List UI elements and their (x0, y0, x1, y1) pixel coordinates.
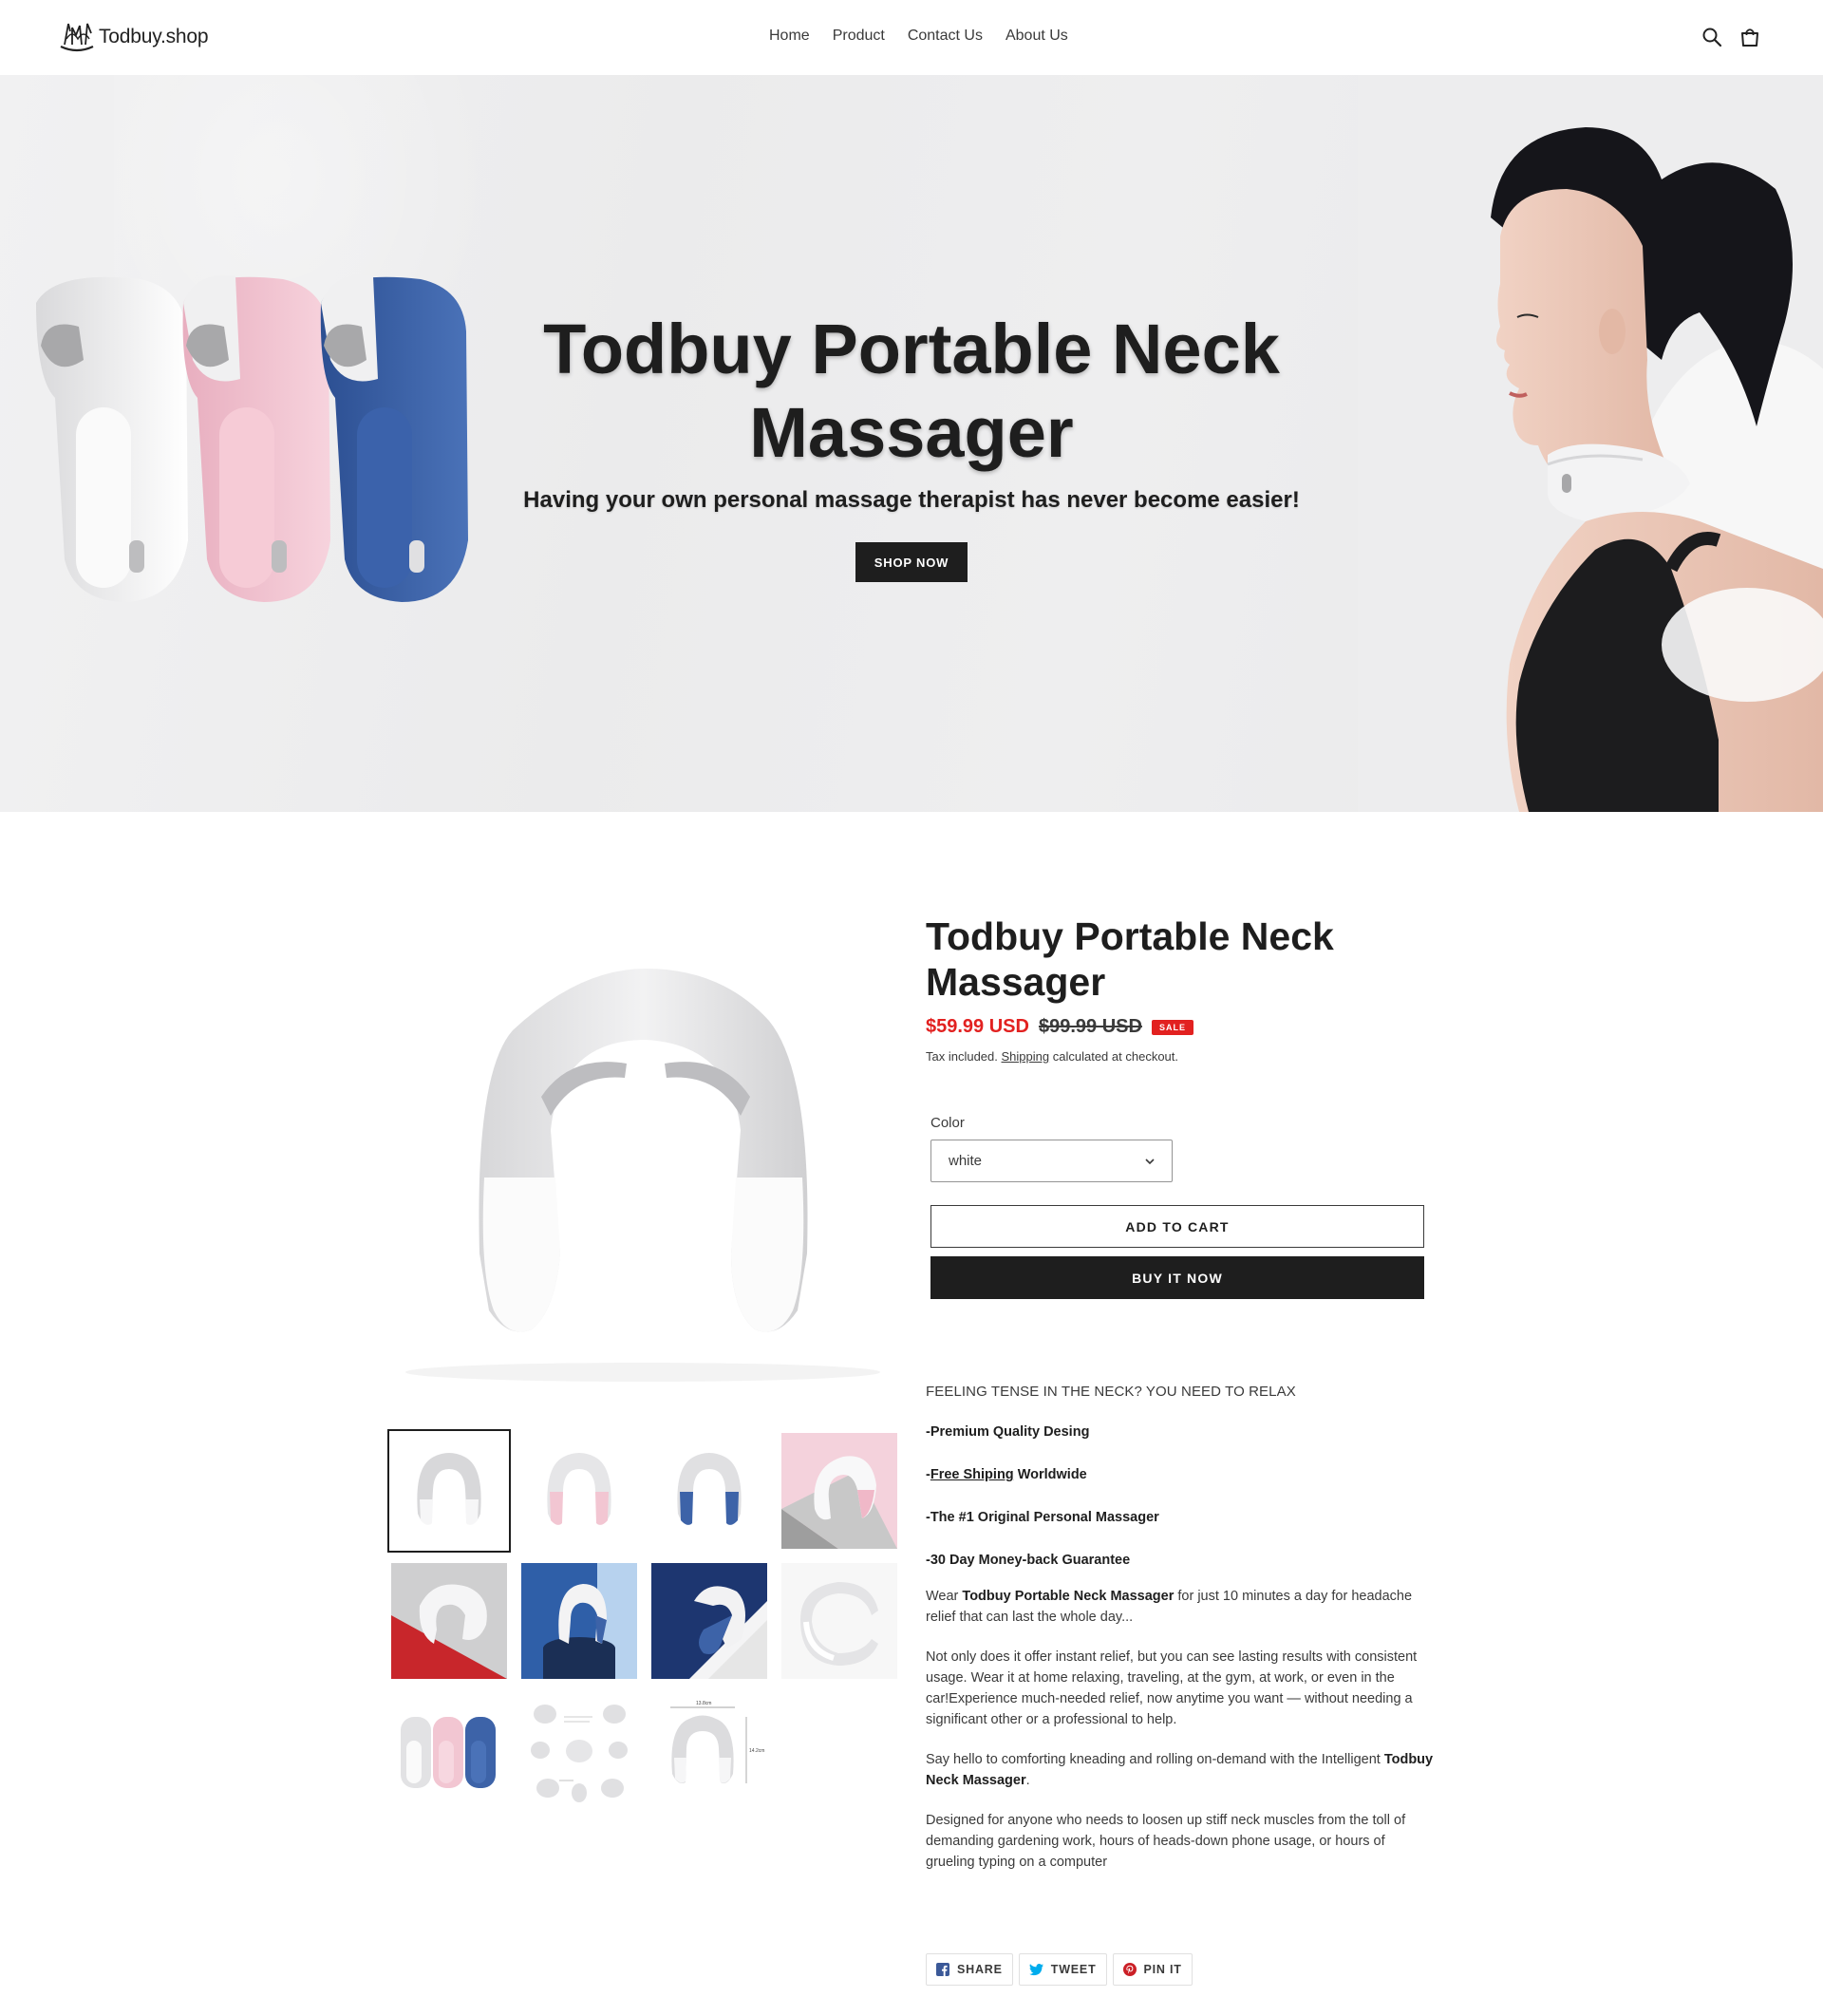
hero-banner: Todbuy Portable Neck Massager Having you… (0, 75, 1823, 812)
p3-text-a: Say hello to comforting kneading and rol… (926, 1752, 1384, 1767)
thumbnail-white-top-view[interactable] (781, 1563, 897, 1679)
twitter-icon (1028, 1963, 1043, 1975)
description-paragraph-2: Not only does it offer instant relief, b… (926, 1649, 1418, 1727)
facebook-icon (936, 1963, 949, 1976)
thumbnail-red-lifestyle[interactable] (391, 1563, 507, 1679)
sale-price: $59.99 USD (926, 1016, 1029, 1037)
hero-title-line-2: Massager (749, 393, 1074, 472)
free-shipping-link[interactable]: Free Shiping (930, 1467, 1014, 1482)
cart-icon[interactable] (1739, 27, 1760, 47)
hero-title-line-1: Todbuy Portable Neck (543, 310, 1280, 388)
share-pinterest-button[interactable]: PIN IT (1112, 1953, 1193, 1986)
logo[interactable]: Todbuy.shop (57, 17, 209, 57)
nav-home[interactable]: Home (769, 28, 810, 45)
p3-text-c: . (1025, 1773, 1030, 1788)
hero-model-image (1358, 75, 1823, 812)
thumbnail-blue-diagonal[interactable] (651, 1563, 767, 1679)
hero-massagers-image (36, 274, 468, 602)
thumbnail-three-colors[interactable] (391, 1693, 507, 1809)
description-paragraph-3: Say hello to comforting kneading and rol… (926, 1749, 1434, 1791)
search-icon[interactable] (1701, 27, 1722, 47)
color-label: Color (930, 1115, 965, 1131)
dimension-width-label: 13.8cm (696, 1701, 711, 1706)
site-header: Todbuy.shop Home Product Contact Us Abou… (0, 0, 1823, 75)
pin-label: PIN IT (1143, 1963, 1182, 1976)
description-paragraph-4: Designed for anyone who needs to loosen … (926, 1813, 1406, 1870)
nav-about-us[interactable]: About Us (1005, 28, 1068, 45)
product-description: FEELING TENSE IN THE NECK? YOU NEED TO R… (926, 1382, 1434, 1892)
color-select[interactable]: white (930, 1140, 1173, 1182)
product-info: Todbuy Portable Neck Massager $59.99 USD… (926, 914, 1429, 1299)
thumbnail-blue-massager[interactable] (651, 1433, 767, 1549)
shop-now-button[interactable]: SHOP NOW (855, 542, 968, 582)
share-twitter-button[interactable]: TWEET (1018, 1953, 1107, 1986)
nav-product[interactable]: Product (833, 28, 885, 45)
thumbnail-white-massager[interactable] (387, 1429, 511, 1553)
hero-title: Todbuy Portable Neck Massager (475, 308, 1348, 475)
thumbnail-blue-pedestal[interactable] (521, 1563, 637, 1679)
original-price: $99.99 USD (1038, 1016, 1142, 1037)
thumbnail-dimensions[interactable]: 13.8cm 14.2cm (651, 1693, 767, 1809)
description-heading: FEELING TENSE IN THE NECK? YOU NEED TO R… (926, 1384, 1296, 1400)
bullet-shipping-suffix: Worldwide (1013, 1467, 1087, 1482)
color-select-value: white (949, 1153, 983, 1169)
buy-it-now-button[interactable]: BUY IT NOW (930, 1256, 1424, 1299)
description-paragraph-1: Wear Todbuy Portable Neck Massager for j… (926, 1586, 1434, 1628)
thumbnail-features-diagram[interactable] (521, 1693, 637, 1809)
share-label: SHARE (957, 1963, 1003, 1976)
p1-text-a: Wear (926, 1589, 963, 1604)
product-title: Todbuy Portable Neck Massager (926, 914, 1334, 1004)
bullet-quality: -Premium Quality Desing (926, 1424, 1090, 1440)
thumbnail-pink-massager[interactable] (521, 1433, 637, 1549)
add-to-cart-button[interactable]: ADD TO CART (930, 1205, 1424, 1248)
sale-badge: SALE (1151, 1019, 1193, 1035)
dimension-height-label: 14.2cm (749, 1748, 764, 1754)
pinterest-icon (1122, 1963, 1137, 1976)
price-row: $59.99 USD $99.99 USD SALE (926, 1016, 1429, 1038)
nav-contact-us[interactable]: Contact Us (908, 28, 983, 45)
bullet-original: -The #1 Original Personal Massager (926, 1510, 1159, 1525)
tweet-label: TWEET (1050, 1963, 1097, 1976)
bullet-shipping: -Free Shiping Worldwide (926, 1464, 1434, 1485)
tax-note: Tax included. Shipping calculated at che… (926, 1049, 1429, 1064)
bullet-guarantee: -30 Day Money-back Guarantee (926, 1553, 1131, 1568)
hero-subtitle: Having your own personal massage therapi… (523, 487, 1300, 513)
logo-text: Todbuy.shop (99, 26, 209, 47)
share-facebook-button[interactable]: SHARE (926, 1953, 1013, 1986)
shipping-link[interactable]: Shipping (1002, 1049, 1050, 1064)
thumbnail-pink-lifestyle[interactable] (781, 1433, 897, 1549)
logo-icon (60, 23, 94, 52)
chevron-down-icon (1145, 1158, 1155, 1164)
tax-note-prefix: Tax included. (926, 1049, 998, 1064)
product-main-image[interactable] (389, 940, 897, 1386)
p1-product-name: Todbuy Portable Neck Massager (962, 1589, 1175, 1604)
tax-note-suffix: calculated at checkout. (1052, 1049, 1178, 1064)
social-share: SHARE TWEET PIN IT (926, 1953, 1193, 1986)
main-nav: Home Product Contact Us About Us (769, 28, 1068, 45)
